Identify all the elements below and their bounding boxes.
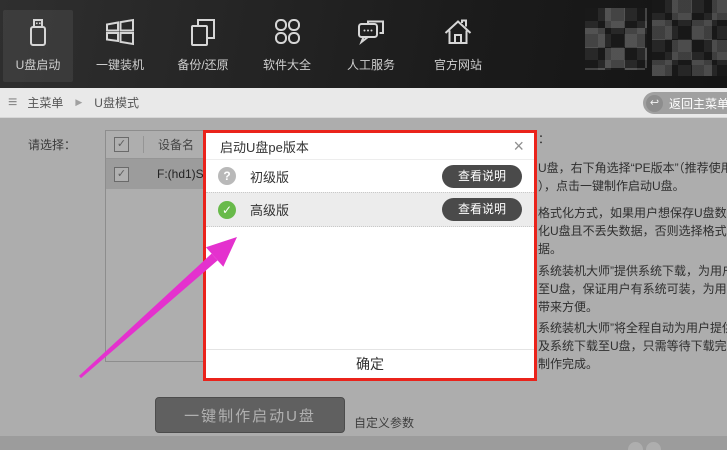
toolbar-item-live-support[interactable]: 人工服务 (336, 10, 406, 82)
app-window: U盘启动 一键装机 备份/还原 (0, 0, 727, 450)
dialog-footer: 确定 (206, 349, 534, 378)
breadcrumb-root[interactable]: 主菜单 (27, 94, 63, 111)
top-toolbar: U盘启动 一键装机 备份/还原 (0, 0, 727, 88)
question-icon: ? (218, 167, 236, 185)
breadcrumb-current: U盘模式 (94, 94, 139, 111)
toolbar-item-label: 人工服务 (347, 56, 395, 73)
view-instructions-button[interactable]: 查看说明 (442, 165, 522, 188)
option-row-basic[interactable]: ? 初级版 查看说明 (206, 160, 534, 192)
toolbar-item-official-site[interactable]: 官方网站 (423, 10, 493, 82)
home-icon (440, 14, 476, 50)
option-label: 初级版 (250, 167, 289, 186)
toolbar-item-label: 软件大全 (263, 56, 311, 73)
backup-restore-icon (185, 14, 221, 50)
pe-version-dialog: 启动U盘pe版本 × ? 初级版 查看说明 ✓ 高级版 查看说明 确定 (206, 133, 534, 378)
censored-logo-block (585, 8, 647, 70)
dialog-header: 启动U盘pe版本 × (206, 133, 534, 160)
dialog-title: 启动U盘pe版本 (220, 137, 309, 156)
back-button-label: 返回主菜单 (669, 95, 727, 112)
check-icon: ✓ (218, 201, 236, 219)
breadcrumb-bar: ≡ 主菜单 ▶ U盘模式 ↩ 返回主菜单 (0, 88, 727, 118)
option-row-advanced[interactable]: ✓ 高级版 查看说明 (206, 192, 534, 227)
toolbar-item-label: U盘启动 (16, 56, 61, 73)
toolbar-item-usb-boot[interactable]: U盘启动 (3, 10, 73, 82)
toolbar-item-label: 备份/还原 (177, 56, 228, 73)
view-instructions-button[interactable]: 查看说明 (442, 198, 522, 221)
toolbar-item-one-key-install[interactable]: 一键装机 (85, 10, 155, 82)
usb-drive-icon (20, 14, 56, 50)
chat-service-icon (353, 14, 389, 50)
back-to-main-menu-button[interactable]: ↩ 返回主菜单 (643, 92, 727, 114)
windows-icon (102, 14, 138, 50)
toolbar-item-label: 一键装机 (96, 56, 144, 73)
confirm-button[interactable]: 确定 (326, 354, 414, 374)
chevron-right-icon: ▶ (75, 97, 82, 108)
apps-grid-icon (269, 14, 305, 50)
toolbar-item-label: 官方网站 (434, 56, 482, 73)
option-label: 高级版 (250, 200, 289, 219)
toolbar-item-backup-restore[interactable]: 备份/还原 (168, 10, 238, 82)
red-annotation-rectangle: 启动U盘pe版本 × ? 初级版 查看说明 ✓ 高级版 查看说明 确定 (203, 130, 537, 381)
censored-logo-block (652, 0, 727, 76)
back-arrow-icon: ↩ (646, 95, 663, 112)
close-icon[interactable]: × (513, 135, 524, 157)
toolbar-item-software-center[interactable]: 软件大全 (252, 10, 322, 82)
hamburger-icon[interactable]: ≡ (8, 95, 17, 111)
